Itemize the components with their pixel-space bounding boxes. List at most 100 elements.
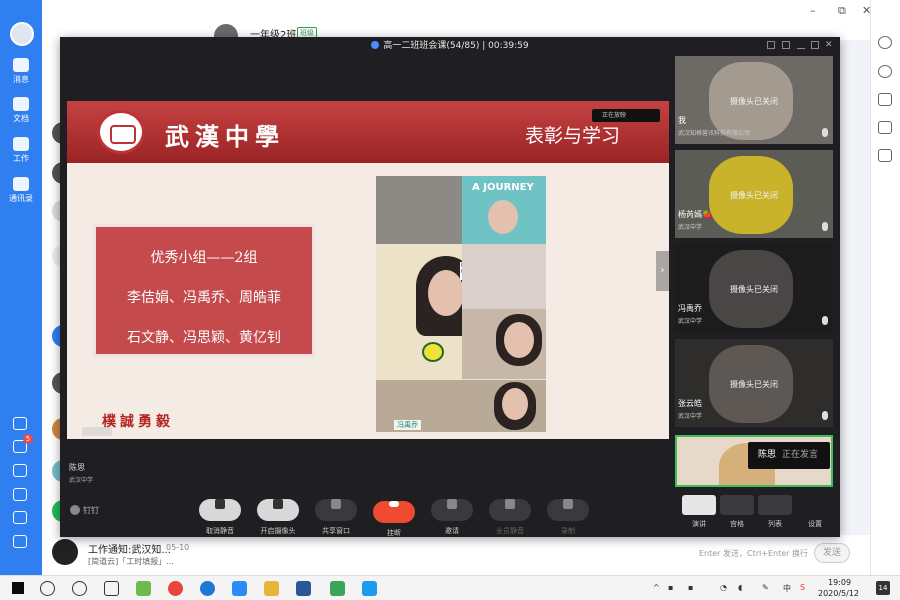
- award-names-2: 石文静、冯思颖、黄亿钊: [127, 330, 281, 346]
- award-box: 优秀小组——2组 李佶娟、冯禹乔、周皓菲 石文静、冯思颖、黄亿钊: [93, 224, 315, 357]
- word-icon[interactable]: [296, 581, 311, 596]
- mute-all-icon: [505, 499, 515, 509]
- pen-icon[interactable]: ✎: [762, 583, 769, 592]
- camera-icon: [273, 499, 283, 509]
- lightning-icon[interactable]: [13, 464, 27, 477]
- participant-org: 武汉知格营讯科技有限公司: [678, 130, 751, 137]
- app-icon[interactable]: [362, 581, 377, 596]
- collage-photo: [376, 176, 462, 244]
- share-window-button[interactable]: 共享窗口: [314, 493, 358, 536]
- record-button[interactable]: 录制: [546, 493, 590, 536]
- participant-name: 冯禹乔: [678, 304, 702, 313]
- share-window-icon: [331, 499, 341, 509]
- network-icon[interactable]: ◔: [720, 583, 727, 592]
- history-icon[interactable]: [878, 65, 892, 78]
- grid-view-icon: [720, 495, 754, 515]
- school-seal-icon: [97, 110, 145, 154]
- mute-all-button[interactable]: 全员静音: [488, 493, 532, 536]
- camera-off-status: 摄像头已关闭: [730, 380, 778, 389]
- clock-date[interactable]: 2020/5/12: [818, 589, 859, 598]
- participant-org: 武汉中学: [678, 224, 703, 231]
- collage-face: [504, 322, 534, 358]
- maximize-button[interactable]: [811, 41, 819, 49]
- chat-bubble-icon: [13, 58, 29, 72]
- dingtalk-taskbar-icon[interactable]: [232, 581, 247, 596]
- view-speaker-button[interactable]: 演讲: [681, 495, 717, 529]
- record-icon: [563, 499, 573, 509]
- chat-item-work-notice[interactable]: 工作通知:武汉知... 05-10 [简道云]「工时填报」...: [42, 535, 196, 575]
- work-grid-icon: [13, 137, 29, 151]
- chrome-icon[interactable]: [168, 581, 183, 596]
- view-grid-button[interactable]: 宫格: [719, 495, 755, 529]
- view-list-button[interactable]: 列表: [757, 495, 793, 529]
- tray-app-icon[interactable]: ▪: [688, 583, 693, 592]
- input-hint: Enter 发送，Ctrl+Enter 换行: [699, 549, 808, 558]
- rail-item-work[interactable]: 工作: [0, 137, 42, 164]
- fullscreen-icon[interactable]: [782, 41, 790, 49]
- mini-presenter-bar[interactable]: 正在放映: [592, 109, 660, 122]
- mic-muted-icon: [822, 222, 828, 231]
- meeting-window: 高一二班班会课(54/85) | 00:39:59 ✕ 武漢中學 表彰与学习 正…: [60, 37, 840, 537]
- unmute-button[interactable]: 取消静音: [198, 493, 242, 536]
- chat-input-area[interactable]: Enter 发送，Ctrl+Enter 换行 发送: [196, 535, 870, 575]
- slide-tools[interactable]: [82, 427, 112, 436]
- camera-on-button[interactable]: 开启摄像头: [256, 493, 300, 536]
- app-icon[interactable]: [136, 581, 151, 596]
- participant-tile[interactable]: 摄像头已关闭 张云皓 武汉中学: [675, 339, 833, 427]
- participant-tile[interactable]: 摄像头已关闭 我 武汉知格营讯科技有限公司: [675, 56, 833, 144]
- more-icon[interactable]: [878, 36, 892, 49]
- mic-muted-icon: [822, 316, 828, 325]
- ime-indicator[interactable]: 中: [783, 583, 791, 594]
- folder-icon[interactable]: [878, 93, 892, 106]
- clock-time[interactable]: 19:09: [828, 578, 851, 587]
- rail-item-docs[interactable]: 文档: [0, 97, 42, 124]
- award-names-1: 李佶娟、冯禹乔、周皓菲: [127, 290, 281, 306]
- minimize-button[interactable]: –: [810, 4, 816, 17]
- app-icon[interactable]: [330, 581, 345, 596]
- participant-name: 张云皓: [678, 399, 702, 408]
- live-camera-icon[interactable]: [878, 149, 892, 162]
- rail-item-contacts[interactable]: 通讯录: [0, 177, 42, 204]
- participant-tile[interactable]: 摄像头已关闭 冯禹乔 武汉中学: [675, 244, 833, 332]
- announce-icon[interactable]: [878, 121, 892, 134]
- invite-button[interactable]: 邀请: [430, 493, 474, 536]
- collage-face: [488, 200, 518, 234]
- rail-item-messages[interactable]: 消息: [0, 58, 42, 85]
- meeting-toolbar: 钉钉 取消静音 开启摄像头 共享窗口 挂断 邀请 全员静音 录制 演讲 宫格 列…: [60, 487, 840, 537]
- award-group: 优秀小组——2组: [150, 250, 258, 266]
- phone-icon[interactable]: [13, 488, 27, 501]
- windows-start-icon[interactable]: [12, 582, 24, 594]
- volume-icon[interactable]: ◖: [738, 583, 742, 592]
- participant-name: 我: [678, 116, 686, 125]
- task-view-icon[interactable]: [104, 581, 119, 596]
- file-explorer-icon[interactable]: [264, 581, 279, 596]
- browser-icon[interactable]: [200, 581, 215, 596]
- cortana-icon[interactable]: [72, 581, 87, 596]
- pin-icon[interactable]: [767, 41, 775, 49]
- search-icon[interactable]: [40, 581, 55, 596]
- settings-button[interactable]: 设置: [797, 495, 833, 529]
- send-button[interactable]: 发送: [814, 543, 850, 563]
- apps-icon[interactable]: [13, 535, 27, 548]
- participant-tile[interactable]: 摄像头已关闭 杨芮嫣🍓 武汉中学: [675, 150, 833, 238]
- close-button[interactable]: ✕: [825, 41, 833, 50]
- sogou-icon[interactable]: S: [800, 583, 805, 592]
- calendar-icon[interactable]: [13, 417, 27, 430]
- next-slide-arrow[interactable]: ›: [656, 251, 669, 291]
- tray-chevron-icon[interactable]: ^: [653, 583, 660, 592]
- participant-name: 杨芮嫣🍓: [678, 210, 712, 219]
- restore-button[interactable]: ⧉: [838, 4, 846, 18]
- meeting-titlebar: 高一二班班会课(54/85) | 00:39:59: [60, 37, 840, 55]
- mail-icon[interactable]: [13, 511, 27, 524]
- minimize-button[interactable]: [797, 41, 805, 49]
- camera-off-status: 摄像头已关闭: [730, 191, 778, 200]
- user-avatar[interactable]: [10, 22, 34, 46]
- camera-off-status: 摄像头已关闭: [730, 97, 778, 106]
- school-logo-icon: [52, 539, 78, 565]
- gear-icon: [798, 495, 832, 515]
- school-motto: 樸誠勇毅: [102, 414, 174, 430]
- hangup-button[interactable]: 挂断: [372, 493, 416, 538]
- tray-app-icon[interactable]: ▪: [668, 583, 673, 592]
- notification-center-icon[interactable]: 14: [876, 581, 890, 595]
- lock-icon: [371, 41, 380, 49]
